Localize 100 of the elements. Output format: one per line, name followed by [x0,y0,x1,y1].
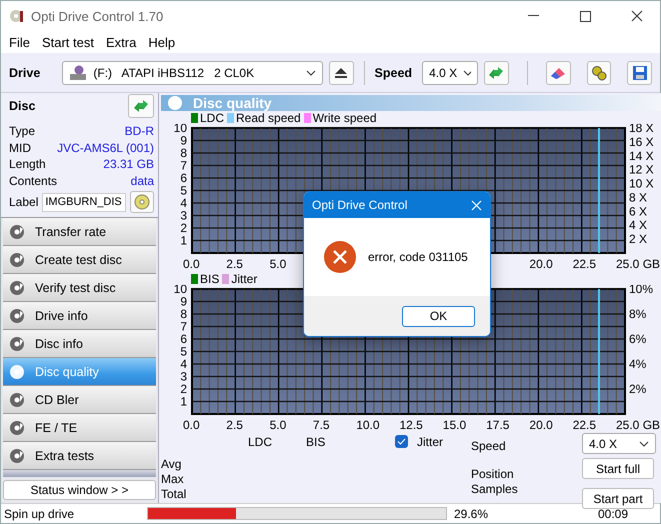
y-tick-label: 7 [180,320,187,334]
error-message: error, code 031105 [368,250,468,264]
settings-button[interactable] [586,60,612,84]
y2-tick-label: 14 X [629,148,654,163]
start-button[interactable]: Start part [582,488,654,509]
y-tick-label: 8 [180,146,187,160]
field-label: Contents [9,174,58,188]
y2-tick-label: 12 X [629,162,654,177]
menu-item[interactable]: Start test [36,34,100,50]
legend-label: BIS [200,272,220,286]
refresh-button[interactable] [128,94,154,118]
legend-label: Write speed [312,110,377,124]
y-tick-label: 5 [180,344,187,358]
y-tick-label: 2 [180,382,187,396]
status-message: Spin up drive [3,506,76,520]
y2-tick-label: 4 X [629,218,648,232]
x-tick-label: 15.0 [442,418,466,432]
disc-icon [9,252,25,268]
x-tick-label: 22.5 [572,418,596,432]
x-tick-label: 7.5 [312,418,330,432]
label-field[interactable]: IMGBURN_DIS [42,192,126,212]
chevron-icon [639,440,649,446]
y2-tick-label: 16 X [629,134,654,149]
nav-item[interactable]: Create test disc [3,246,156,274]
disc-icon [9,364,25,380]
close-icon [631,10,643,22]
y2-tick-label: 4% [629,357,646,371]
drive-label: Drive [9,66,42,80]
field-value: 23.31 GB [103,157,154,172]
save-button[interactable] [627,60,652,84]
disc-heading: Disc [9,99,36,113]
y2-tick-label: 8% [629,307,646,321]
ok-button[interactable]: OK [402,306,475,326]
x-tick-label: 10.0 [356,418,380,432]
dialog-title: Opti Drive Control [312,198,408,212]
disc-icon [9,224,25,240]
nav-item[interactable]: Drive info [3,302,156,330]
arrows-icon [132,98,150,114]
y2-tick-label: 8 X [629,190,648,204]
y-tick-label: 9 [180,294,187,308]
close-icon[interactable] [471,200,482,210]
y-tick-label: 4 [180,357,187,371]
y2-tick-label: 6 X [629,204,648,218]
x-tick-label: 2.5 [226,257,243,271]
x-tick-label: 0.0 [183,418,200,432]
y-tick-label: 6 [180,171,187,185]
disc-icon [9,336,25,352]
start-button[interactable]: Start full [582,458,654,479]
app-icon [9,8,25,24]
field-label: MID [9,140,31,155]
y2-tick-label: 6% [629,332,646,346]
x-tick-label: 25.0 GB [616,257,660,271]
menu-item[interactable]: Extra [100,34,142,50]
y-tick-label: 2 [180,221,187,235]
x-tick-label: 17.5 [486,418,510,432]
info-label: Samples [471,482,519,496]
field-label: Length [9,157,46,172]
minimize-icon [528,15,538,17]
speed-label: Speed [471,439,507,453]
speed-label: Speed [374,66,412,80]
drive-icon [69,64,88,80]
eject-icon [334,66,348,78]
panel-header: Disc quality [161,95,661,111]
column-heading: LDC [248,435,272,451]
disc-icon [134,194,150,210]
speed-dropdown[interactable]: 4.0 X [422,60,478,84]
x-tick-label: 5.0 [270,418,286,432]
x-tick-label: 25.0 GB [616,418,660,432]
row-label: Total [161,487,188,501]
nav-item[interactable]: Disc info [3,330,156,358]
progress-percent: 29.6% [453,506,490,520]
nav-item[interactable]: Verify test disc [3,274,156,302]
refresh-button[interactable] [484,60,509,84]
nav-item[interactable]: FE / TE [3,414,156,442]
y2-tick-label: 10 X [629,176,654,191]
field-value: data [130,174,154,188]
nav-item[interactable]: CD Bler [3,386,156,414]
y-tick-label: 3 [180,208,187,222]
legend-label: Jitter [231,272,258,286]
menu-item[interactable]: Help [142,34,182,50]
y-tick-label: 1 [180,394,187,408]
row-label: Max [161,472,185,486]
status-window-button[interactable]: Status window > > [3,480,156,500]
nav-item[interactable]: Extra tests [3,442,156,470]
save-icon [632,64,648,80]
disc-button[interactable] [130,191,154,213]
menu-item[interactable]: File [3,34,36,50]
nav-item[interactable]: Transfer rate [3,218,156,246]
jitter-checkbox[interactable] [395,435,408,448]
y-tick-label: 3 [180,370,187,384]
legend-label: LDC [200,110,224,124]
erase-button[interactable] [546,60,571,84]
y-tick-label: 9 [180,134,187,148]
speed-dropdown[interactable]: 4.0 X [582,433,656,454]
info-label: Position [471,467,515,481]
drive-dropdown[interactable]: (F:) ATAPI iHBS112 2 CL0K [62,60,323,84]
y-tick-label: 4 [180,196,187,210]
y-tick-label: 1 [180,234,187,248]
eject-button[interactable] [328,60,354,84]
disc-icon [167,95,183,111]
